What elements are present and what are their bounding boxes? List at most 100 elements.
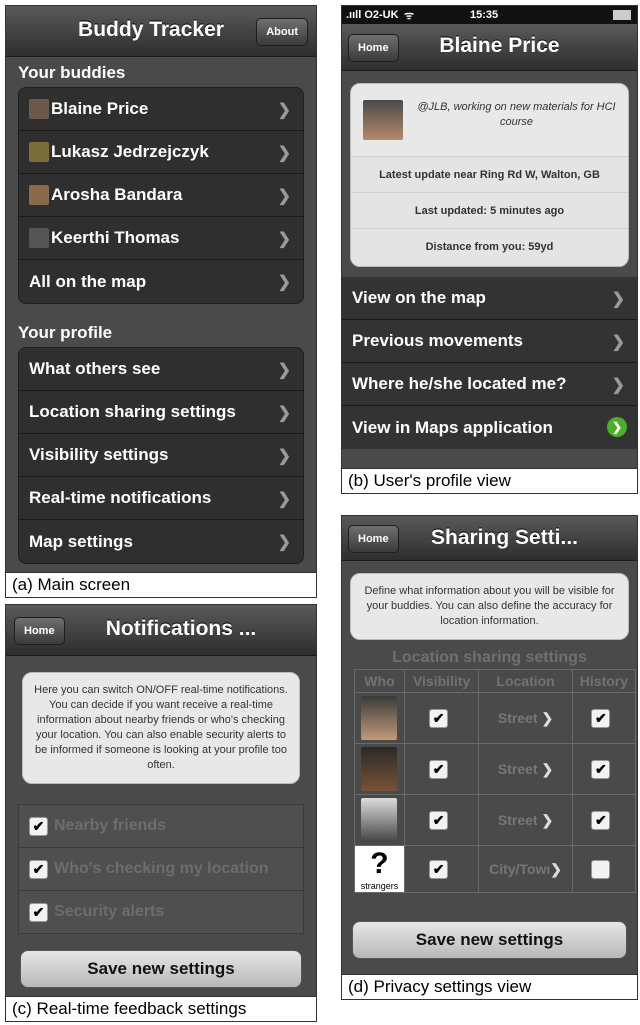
location-cell[interactable]: Street ❯ — [478, 743, 573, 795]
checkbox[interactable]: ✔ — [429, 810, 449, 830]
chevron-right-icon: ❯ — [277, 534, 291, 551]
main-navbar: Buddy Tracker About — [6, 6, 316, 57]
save-settings-button[interactable]: Save new settings — [352, 921, 627, 959]
location-cell[interactable]: City/Towı❯ — [478, 845, 573, 893]
buddy-item-arosha[interactable]: Arosha Bandara ❯ — [19, 174, 303, 217]
last-updated: Last updated: 5 minutes ago — [351, 192, 628, 229]
col-who: Who — [354, 669, 405, 693]
who-cell — [354, 794, 405, 846]
checkbox[interactable]: ✔ — [29, 859, 48, 879]
avatar — [29, 99, 49, 119]
notifications-info: Here you can switch ON/OFF real-time not… — [22, 672, 300, 784]
checkbox-unchecked[interactable]: ✔ — [591, 859, 611, 879]
about-button[interactable]: About — [256, 18, 308, 46]
buddy-name: Lukasz Jedrzejczyk — [51, 142, 209, 161]
buddy-item-lukasz[interactable]: Lukasz Jedrzejczyk ❯ — [19, 131, 303, 174]
all-on-map-label: All on the map — [29, 271, 147, 291]
chevron-right-icon: ❯ — [277, 491, 291, 508]
notifications-navbar: Home Notifications ... — [6, 605, 316, 656]
sharing-table: Who Visibility Location History ✔ Street… — [354, 669, 637, 893]
col-location: Location — [478, 669, 573, 693]
table-row: ✔ Street ❯ ✔ — [354, 692, 637, 744]
distance: Distance from you: 59yd — [351, 228, 628, 266]
view-on-map-item[interactable]: View on the map ❯ — [342, 277, 637, 320]
status-text: @JLB, working on new materials for HCI c… — [417, 101, 616, 128]
profile-title: Blaine Price — [439, 34, 560, 57]
checkbox[interactable]: ✔ — [591, 759, 611, 779]
chevron-right-icon: ❯ — [541, 760, 554, 777]
chevron-right-icon: ❯ — [277, 145, 291, 162]
chevron-right-icon: ❯ — [277, 102, 291, 119]
profile-item-location-sharing[interactable]: Location sharing settings ❯ — [19, 391, 303, 434]
buddy-item-keerthi[interactable]: Keerthi Thomas ❯ — [19, 217, 303, 260]
chevron-right-icon: ❯ — [611, 377, 625, 394]
location-cell[interactable]: Street ❯ — [478, 692, 573, 744]
view-in-maps-item[interactable]: View in Maps application ❯ — [342, 406, 637, 449]
main-body: Your buddies Blaine Price ❯ Lukasz Jedrze… — [6, 57, 316, 573]
status-bar: .ııll O2-UK ᯤ 15:35 — [342, 6, 637, 24]
chevron-right-icon: ❯ — [277, 274, 291, 291]
checkbox[interactable]: ✔ — [429, 759, 449, 779]
checkbox[interactable]: ✔ — [591, 810, 611, 830]
location-value: City/Towı — [489, 860, 551, 877]
notifications-title: Notifications ... — [105, 617, 257, 640]
checkbox[interactable]: ✔ — [429, 708, 449, 728]
who-label: strangers — [360, 881, 399, 891]
caption-notifications: (c) Real-time feedback settings — [6, 996, 316, 1021]
avatar — [29, 142, 49, 162]
buddies-header: Your buddies — [18, 63, 126, 82]
buddy-name: Keerthi Thomas — [51, 228, 180, 247]
sharing-body: Define what information about you will b… — [342, 561, 637, 975]
chevron-right-icon: ❯ — [541, 811, 554, 828]
profile-navbar: Home Blaine Price — [342, 24, 637, 71]
action-label: View in Maps application — [352, 417, 553, 437]
time-label: 15:35 — [470, 9, 499, 21]
where-located-me-item[interactable]: Where he/she located me? ❯ — [342, 363, 637, 406]
action-label: Previous movements — [352, 331, 524, 350]
save-settings-button[interactable]: Save new settings — [20, 950, 302, 988]
security-alerts-option[interactable]: ✔ Security alerts — [19, 891, 303, 933]
profile-item-label: Map settings — [29, 531, 133, 551]
chevron-right-icon: ❯ — [277, 231, 291, 248]
location-value: Street — [497, 709, 538, 726]
col-visibility: Visibility — [403, 669, 480, 693]
main-screen-panel: Buddy Tracker About Your buddies Blaine … — [5, 5, 317, 598]
previous-movements-item[interactable]: Previous movements ❯ — [342, 320, 637, 363]
location-cell[interactable]: Street ❯ — [478, 794, 573, 846]
buddies-list: Blaine Price ❯ Lukasz Jedrzejczyk ❯ Arosha… — [18, 87, 304, 304]
visibility-cell: ✔ — [403, 743, 480, 795]
notification-options: ✔ Nearby friends ✔ Who's checking my locat… — [18, 804, 304, 934]
who-cell — [354, 743, 405, 795]
whos-checking-option[interactable]: ✔ Who's checking my location — [19, 848, 303, 891]
sharing-info: Define what information about you will b… — [350, 573, 629, 640]
action-label: View on the map — [352, 288, 486, 307]
chevron-right-icon: ❯ — [541, 709, 554, 726]
profile-body: @JLB, working on new materials for HCI c… — [342, 71, 637, 469]
profile-item-what-others-see[interactable]: What others see ❯ — [19, 348, 303, 391]
profile-item-label: Visibility settings — [29, 445, 169, 464]
chevron-right-icon: ❯ — [277, 448, 291, 465]
buddy-name: Blaine Price — [51, 99, 149, 118]
table-row: ✔ Street ❯ ✔ — [354, 794, 637, 846]
caption-profile: (b) User's profile view — [342, 468, 637, 493]
nearby-friends-option[interactable]: ✔ Nearby friends — [19, 805, 303, 848]
chevron-right-icon: ❯ — [277, 188, 291, 205]
stranger-icon: ? — [370, 847, 389, 880]
location-value: Street — [497, 760, 538, 777]
all-on-map-item[interactable]: All on the map ❯ — [19, 260, 303, 303]
checkbox[interactable]: ✔ — [29, 902, 48, 922]
battery-icon — [613, 10, 631, 20]
checkbox[interactable]: ✔ — [429, 859, 449, 879]
chevron-right-icon: ❯ — [277, 405, 291, 422]
history-cell: ✔ — [571, 692, 637, 744]
profile-item-notifications[interactable]: Real-time notifications ❯ — [19, 477, 303, 520]
buddy-name: Arosha Bandara — [51, 185, 183, 204]
checkbox[interactable]: ✔ — [29, 816, 48, 836]
action-label: Where he/she located me? — [352, 374, 567, 393]
buddy-item-blaine[interactable]: Blaine Price ❯ — [19, 88, 303, 131]
sharing-panel: Home Sharing Setti... Define what inform… — [341, 515, 638, 1000]
checkbox[interactable]: ✔ — [591, 708, 611, 728]
profile-item-visibility[interactable]: Visibility settings ❯ — [19, 434, 303, 477]
table-title: Location sharing settings — [392, 649, 587, 666]
profile-item-map-settings[interactable]: Map settings ❯ — [19, 520, 303, 563]
